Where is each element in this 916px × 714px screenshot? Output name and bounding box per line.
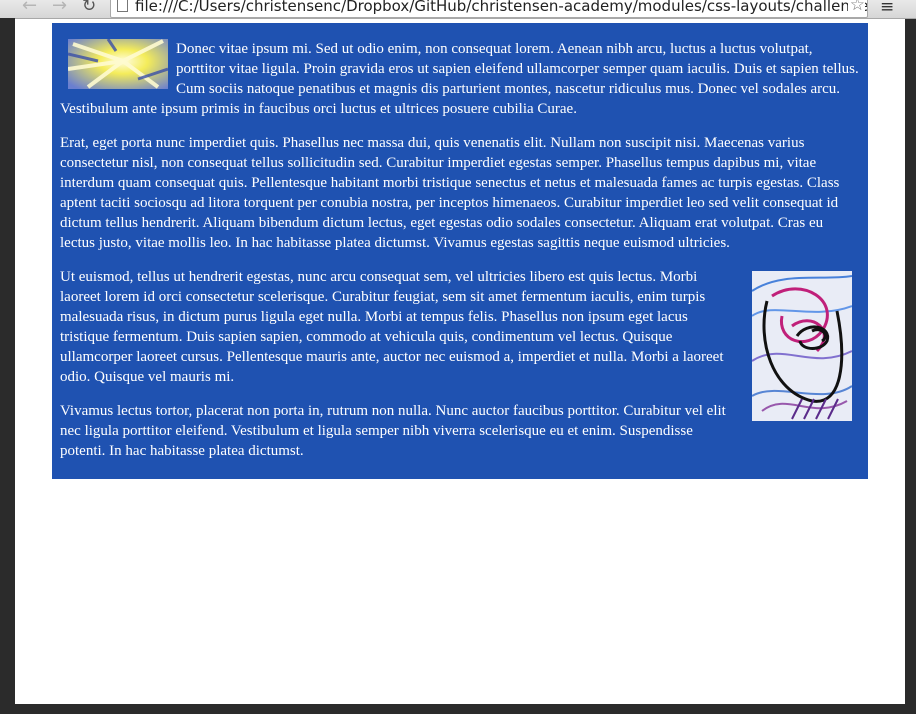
menu-icon[interactable]: ≡: [880, 0, 894, 17]
scribble-artwork-image: [752, 271, 852, 421]
paragraph-3-text: Ut euismod, tellus ut hendrerit egestas,…: [60, 269, 724, 385]
back-arrow-icon[interactable]: ←: [22, 0, 37, 16]
paragraph-1: Donec vitae ipsum mi. Sed ut odio enim, …: [60, 39, 859, 119]
window-frame-bottom: [0, 704, 916, 714]
window-frame-left: [0, 18, 15, 714]
reload-icon[interactable]: ↻: [82, 0, 96, 16]
article-container: Donec vitae ipsum mi. Sed ut odio enim, …: [52, 23, 868, 479]
browser-toolbar: ← → ↻ file:///C:/Users/christensenc/Drop…: [0, 0, 916, 19]
forward-arrow-icon[interactable]: →: [52, 0, 67, 16]
starburst-thumbnail-image: [68, 39, 168, 89]
url-text[interactable]: file:///C:/Users/christensenc/Dropbox/Gi…: [135, 0, 867, 15]
bookmark-star-icon[interactable]: ☆: [847, 0, 865, 15]
paragraph-3: Ut euismod, tellus ut hendrerit egestas,…: [60, 267, 859, 421]
paragraph-1-text: Donec vitae ipsum mi. Sed ut odio enim, …: [60, 41, 859, 117]
address-bar[interactable]: file:///C:/Users/christensenc/Dropbox/Gi…: [110, 0, 868, 18]
paragraph-2: Erat, eget porta nunc imperdiet quis. Ph…: [60, 135, 840, 251]
paragraph-4: Vivamus lectus tortor, placerat non port…: [60, 403, 726, 459]
page-icon: [117, 0, 128, 12]
page-viewport: Donec vitae ipsum mi. Sed ut odio enim, …: [15, 19, 905, 704]
